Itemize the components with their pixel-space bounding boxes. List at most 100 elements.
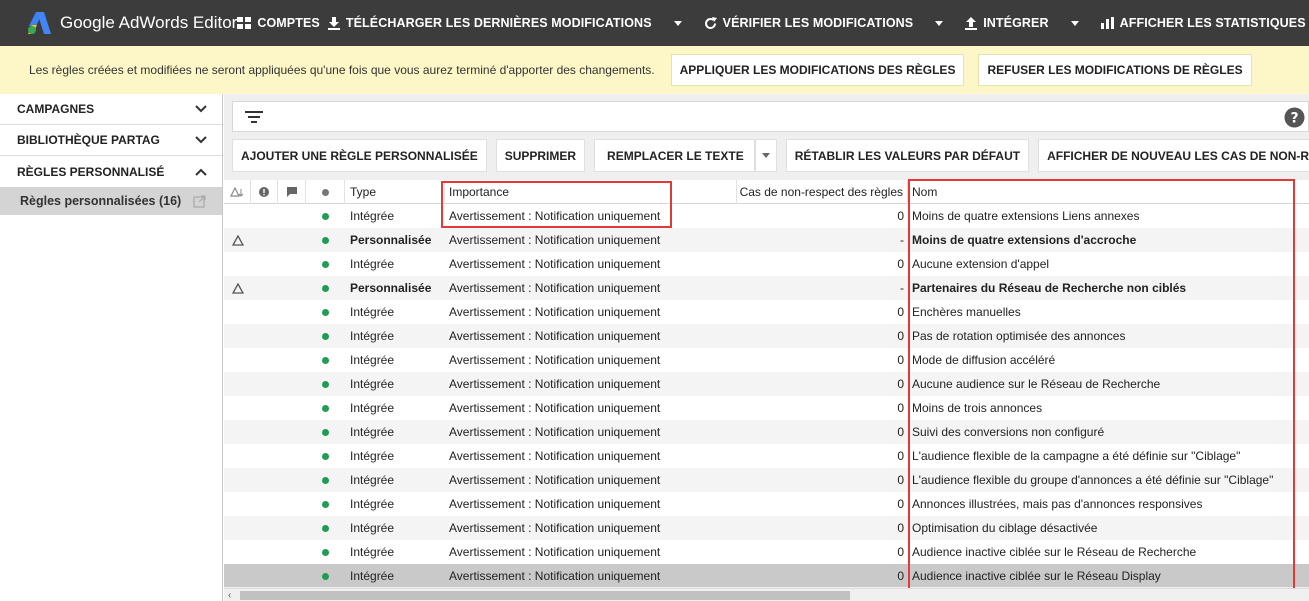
importance-column-header[interactable]: Importance bbox=[445, 180, 737, 204]
download-dropdown-icon[interactable] bbox=[673, 20, 682, 26]
accounts-button[interactable]: COMPTES bbox=[237, 16, 320, 30]
importance-cell: Avertissement : Notification uniquement bbox=[449, 305, 661, 319]
sidebar-section-campaigns[interactable]: CAMPAGNES bbox=[0, 94, 222, 125]
error-column-header[interactable] bbox=[251, 180, 278, 204]
name-cell: Audience inactive ciblée sur le Réseau D… bbox=[912, 569, 1161, 583]
violations-cell: 0 bbox=[897, 257, 904, 271]
warning-cell bbox=[224, 444, 251, 468]
status-enabled-icon bbox=[322, 452, 329, 460]
name-cell: Moins de quatre extensions Liens annexes bbox=[912, 209, 1140, 223]
integrate-label: INTÉGRER bbox=[983, 16, 1049, 30]
violations-cell: - bbox=[900, 281, 904, 295]
status-enabled-icon bbox=[322, 380, 329, 388]
status-enabled-icon bbox=[322, 500, 329, 508]
type-cell: Intégrée bbox=[350, 377, 395, 391]
table-row[interactable]: Intégrée Avertissement : Notification uni… bbox=[224, 564, 1309, 587]
table-row[interactable]: Intégrée Avertissement : Notification uni… bbox=[224, 516, 1309, 540]
scroll-left-icon[interactable]: ‹ bbox=[228, 591, 231, 601]
apply-rule-changes-button[interactable]: APPLIQUER LES MODIFICATIONS DES RÈGLES bbox=[670, 54, 965, 86]
table-row[interactable]: Intégrée Avertissement : Notification uni… bbox=[224, 300, 1309, 324]
table-row[interactable]: Personnalisée Avertissement : Notificatio… bbox=[224, 228, 1309, 252]
status-cell bbox=[306, 204, 345, 228]
download-button[interactable]: TÉLÉCHARGER LES DERNIÈRES MODIFICATIONS bbox=[327, 16, 652, 30]
comment-cell bbox=[278, 492, 306, 516]
importance-cell: Avertissement : Notification uniquement bbox=[449, 473, 661, 487]
warning-cell bbox=[224, 252, 251, 276]
error-cell bbox=[251, 516, 278, 540]
replace-text-button[interactable]: REMPLACER LE TEXTE bbox=[594, 139, 755, 172]
reset-defaults-button[interactable]: RÉTABLIR LES VALEURS PAR DÉFAUT bbox=[785, 139, 1030, 172]
sidebar: CAMPAGNES BIBLIOTHÈQUE PARTAG RÈGLES PER… bbox=[0, 94, 223, 601]
open-external-icon[interactable] bbox=[193, 194, 206, 208]
type-cell: Intégrée bbox=[350, 497, 395, 511]
comment-cell bbox=[278, 276, 306, 300]
warning-cell bbox=[224, 564, 251, 587]
violations-cell: 0 bbox=[897, 521, 904, 535]
integrate-dropdown-icon[interactable] bbox=[1070, 20, 1079, 26]
grid-icon bbox=[237, 17, 252, 29]
show-violations-again-button[interactable]: AFFICHER DE NOUVEAU LES CAS DE NON-RESPE bbox=[1038, 139, 1309, 172]
verify-dropdown-icon[interactable] bbox=[935, 20, 944, 26]
chevron-down-icon bbox=[195, 105, 207, 113]
table-row[interactable]: Intégrée Avertissement : Notification uni… bbox=[224, 444, 1309, 468]
caret-down-icon bbox=[761, 153, 770, 158]
status-enabled-icon bbox=[322, 308, 329, 316]
status-cell bbox=[306, 396, 345, 420]
status-enabled-icon bbox=[322, 260, 329, 268]
type-column-header[interactable]: Type bbox=[345, 180, 445, 204]
comment-cell bbox=[278, 372, 306, 396]
add-custom-rule-button[interactable]: AJOUTER UNE RÈGLE PERSONNALISÉE bbox=[232, 139, 487, 172]
integrate-button[interactable]: INTÉGRER bbox=[965, 16, 1049, 30]
name-cell: Mode de diffusion accéléré bbox=[912, 353, 1056, 367]
comment-cell bbox=[278, 444, 306, 468]
upload-icon bbox=[965, 16, 978, 30]
help-icon[interactable]: ? bbox=[1284, 107, 1305, 128]
table-row[interactable]: Intégrée Avertissement : Notification uni… bbox=[224, 420, 1309, 444]
warning-cell bbox=[224, 396, 251, 420]
comment-icon bbox=[286, 187, 297, 197]
importance-cell: Avertissement : Notification uniquement bbox=[449, 569, 661, 583]
scrollbar-thumb[interactable] bbox=[240, 591, 850, 600]
table-row[interactable]: Intégrée Avertissement : Notification uni… bbox=[224, 348, 1309, 372]
table-row[interactable]: Intégrée Avertissement : Notification uni… bbox=[224, 492, 1309, 516]
sidebar-section-custom-rules[interactable]: RÈGLES PERSONNALISÉ bbox=[0, 156, 222, 187]
sidebar-item-custom-rules[interactable]: Règles personnalisées (16) bbox=[0, 187, 222, 215]
status-enabled-icon bbox=[322, 212, 329, 220]
status-cell bbox=[306, 252, 345, 276]
status-enabled-icon bbox=[322, 524, 329, 532]
violations-cell: 0 bbox=[897, 425, 904, 439]
sidebar-section-shared-library[interactable]: BIBLIOTHÈQUE PARTAG bbox=[0, 125, 222, 156]
table-row[interactable]: Intégrée Avertissement : Notification uni… bbox=[224, 324, 1309, 348]
error-cell bbox=[251, 564, 278, 587]
table-row[interactable]: Personnalisée Avertissement : Notificatio… bbox=[224, 276, 1309, 300]
comment-cell bbox=[278, 468, 306, 492]
violations-column-header[interactable]: Cas de non-respect des règles bbox=[737, 180, 908, 204]
horizontal-scrollbar[interactable]: ‹ bbox=[224, 588, 1309, 601]
replace-text-dropdown[interactable] bbox=[754, 139, 777, 172]
comment-column-header[interactable] bbox=[278, 180, 306, 204]
error-cell bbox=[251, 252, 278, 276]
delete-button[interactable]: SUPPRIMER bbox=[495, 139, 586, 172]
error-cell bbox=[251, 444, 278, 468]
warning-column-header[interactable] bbox=[224, 180, 251, 204]
verify-button[interactable]: VÉRIFIER LES MODIFICATIONS bbox=[704, 16, 914, 30]
table-row[interactable]: Intégrée Avertissement : Notification uni… bbox=[224, 540, 1309, 564]
status-column-header[interactable] bbox=[306, 180, 345, 204]
sidebar-section-label: CAMPAGNES bbox=[17, 102, 95, 116]
table-row[interactable]: Intégrée Avertissement : Notification uni… bbox=[224, 252, 1309, 276]
status-enabled-icon bbox=[322, 428, 329, 436]
warning-icon bbox=[231, 282, 244, 294]
name-cell: Audience inactive ciblée sur le Réseau d… bbox=[912, 545, 1197, 559]
table-row[interactable]: Intégrée Avertissement : Notification uni… bbox=[224, 396, 1309, 420]
violations-cell: 0 bbox=[897, 209, 904, 223]
table-row[interactable]: Intégrée Avertissement : Notification uni… bbox=[224, 372, 1309, 396]
app-title: Google AdWords Editor bbox=[60, 13, 238, 32]
table-row[interactable]: Intégrée Avertissement : Notification uni… bbox=[224, 204, 1309, 228]
stats-button[interactable]: AFFICHER LES STATISTIQUES bbox=[1100, 16, 1306, 30]
filter-icon[interactable] bbox=[245, 111, 263, 124]
table-row[interactable]: Intégrée Avertissement : Notification uni… bbox=[224, 468, 1309, 492]
filter-bar[interactable]: ? bbox=[232, 101, 1309, 132]
reject-rule-changes-button[interactable]: REFUSER LES MODIFICATIONS DE RÈGLES bbox=[978, 54, 1252, 86]
status-enabled-icon bbox=[322, 236, 329, 244]
name-column-header[interactable]: Nom bbox=[908, 180, 1309, 204]
